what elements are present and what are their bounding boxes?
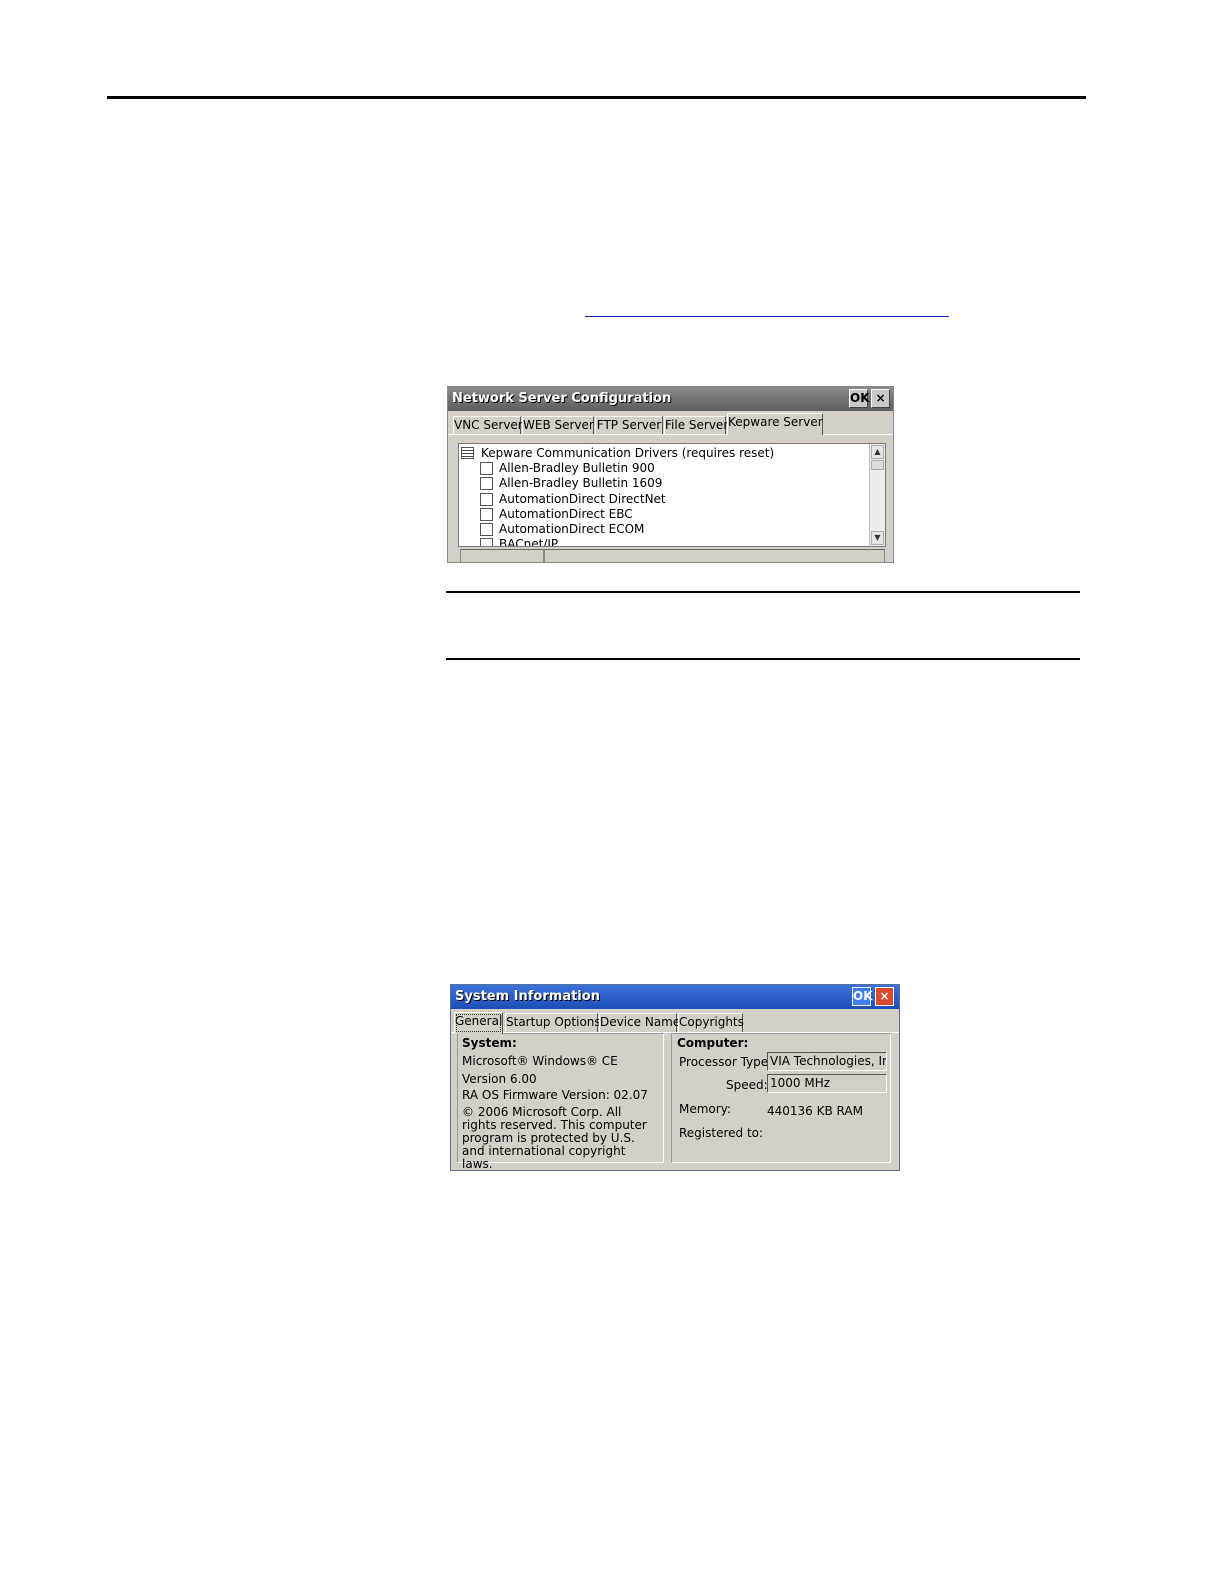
tab-web-server[interactable]: WEB Server [522, 416, 594, 435]
checkbox[interactable] [480, 508, 493, 521]
scroll-up-icon[interactable]: ▲ [871, 445, 884, 459]
tab-kepware-server[interactable]: Kepware Server [727, 413, 823, 435]
tree-list-icon [461, 447, 474, 459]
scroll-down-icon[interactable]: ▼ [871, 531, 884, 545]
speed-field: 1000 MHz [767, 1074, 887, 1093]
checkbox[interactable] [480, 538, 493, 546]
list-header-label: Kepware Communication Drivers (requires … [481, 446, 775, 460]
processor-field: VIA Technologies, In [767, 1052, 887, 1071]
close-button[interactable]: × [871, 389, 890, 408]
memory-value: 440136 KB RAM [767, 1104, 863, 1118]
tab-vnc-server[interactable]: VNC Server [453, 416, 523, 435]
tab-device-name[interactable]: Device Name [599, 1013, 680, 1032]
os-version: Version 6.00 [462, 1072, 537, 1086]
memory-label: Memory: [679, 1102, 731, 1116]
copyright-text: © 2006 Microsoft Corp. All rights reserv… [462, 1105, 647, 1171]
checkbox[interactable] [480, 493, 493, 506]
header-rule [107, 96, 1086, 99]
tab-startup-options[interactable]: Startup Options [505, 1013, 601, 1032]
drivers-listbox[interactable]: Kepware Communication Drivers (requires … [458, 443, 886, 547]
tab-general[interactable]: General [454, 1012, 503, 1034]
firmware-version: RA OS Firmware Version: 02.07 [462, 1088, 648, 1102]
bottom-panel-right [544, 549, 885, 562]
driver-label: AutomationDirect DirectNet [499, 492, 666, 506]
scroll-thumb[interactable] [871, 460, 884, 470]
system-heading: System: [462, 1036, 517, 1050]
driver-label: Allen-Bradley Bulletin 900 [499, 461, 655, 475]
computer-heading: Computer: [677, 1036, 749, 1050]
checkbox[interactable] [480, 462, 493, 475]
system-information-window: System Information OK × General Startup … [450, 984, 900, 1171]
tab-file-server[interactable]: File Server [664, 416, 728, 435]
driver-label: Allen-Bradley Bulletin 1609 [499, 476, 663, 490]
ok-button[interactable]: OK [852, 987, 873, 1006]
close-button[interactable]: × [875, 987, 894, 1006]
os-name: Microsoft® Windows® CE [462, 1054, 618, 1068]
processor-label: Processor Type: [679, 1055, 773, 1069]
driver-label: AutomationDirect EBC [499, 507, 633, 521]
tab-ftp-server[interactable]: FTP Server [595, 416, 663, 435]
driver-label: BACnet/IP [499, 537, 559, 547]
window-title: Network Server Configuration [448, 387, 893, 411]
window-title: System Information [451, 985, 899, 1009]
vertical-scrollbar[interactable]: ▲ ▼ [869, 444, 885, 546]
bottom-panel-left [460, 549, 544, 562]
tab-copyrights[interactable]: Copyrights [678, 1013, 744, 1032]
checkbox[interactable] [480, 477, 493, 490]
network-server-configuration-window: Network Server Configuration OK × VNC Se… [447, 386, 894, 563]
speed-label: Speed: [726, 1078, 768, 1092]
registered-label: Registered to: [679, 1126, 764, 1140]
ok-button[interactable]: OK [849, 389, 870, 408]
note-top-rule [446, 591, 1080, 593]
tabstrip-baseline [448, 434, 893, 435]
note-bottom-rule [446, 658, 1080, 660]
driver-label: AutomationDirect ECOM [499, 522, 645, 536]
checkbox[interactable] [480, 523, 493, 536]
hyperlink-underline[interactable] [585, 316, 949, 317]
